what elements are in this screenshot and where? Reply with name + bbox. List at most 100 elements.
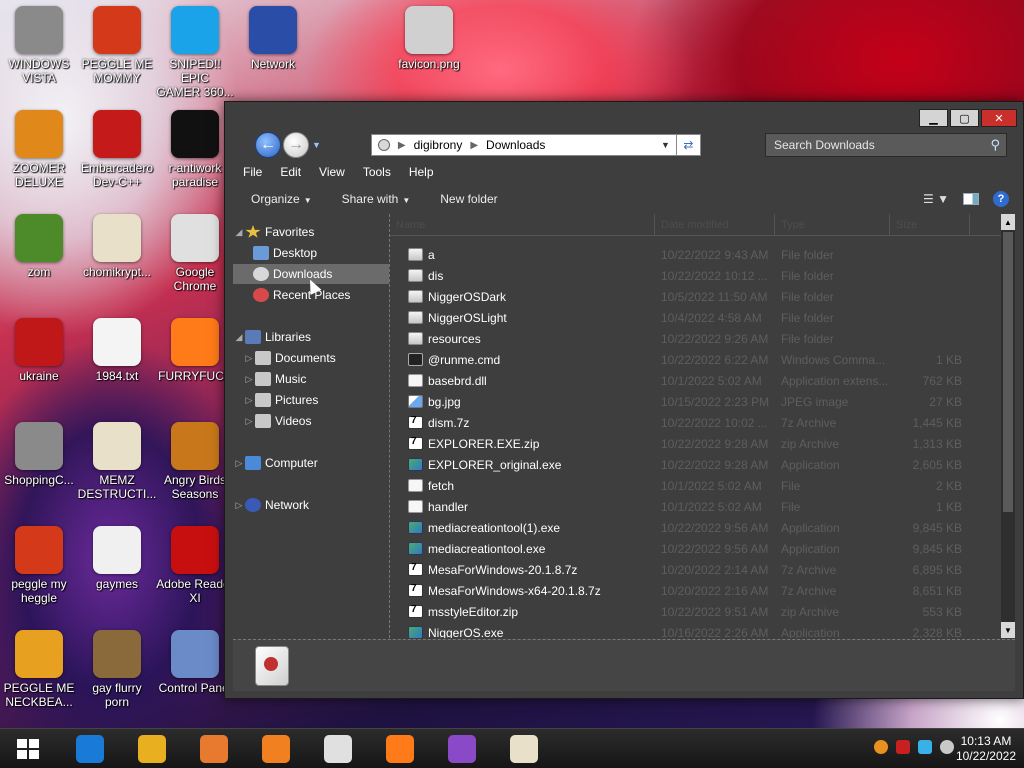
search-input[interactable]: Search Downloads ⚲ <box>765 133 1007 157</box>
column-name[interactable]: Name <box>390 214 655 235</box>
scroll-up-icon[interactable]: ▲ <box>1001 214 1015 230</box>
table-row[interactable]: a 10/22/2022 9:43 AM File folder <box>390 244 1001 265</box>
table-row[interactable]: basebrd.dll 10/1/2022 5:02 AM Application … <box>390 370 1001 391</box>
menu-file[interactable]: File <box>243 165 262 179</box>
breadcrumb-downloads[interactable]: Downloads <box>486 138 545 152</box>
desktop-shortcut[interactable]: PEGGLE ME MOMMY <box>78 6 156 85</box>
desktop-shortcut[interactable]: PEGGLE ME NECKBEA... <box>0 630 78 709</box>
column-size[interactable]: Size <box>890 214 970 235</box>
help-icon[interactable]: ? <box>993 191 1009 207</box>
table-row[interactable]: handler 10/1/2022 5:02 AM File 1 KB <box>390 496 1001 517</box>
menu-help[interactable]: Help <box>409 165 434 179</box>
desktop-shortcut[interactable]: WINDOWS VISTA <box>0 6 78 85</box>
table-row[interactable]: NiggerOSDark 10/5/2022 11:50 AM File folde… <box>390 286 1001 307</box>
address-bar[interactable]: ▶ digibrony ▶ Downloads ▼ <box>370 134 677 156</box>
expand-arrow-icon[interactable]: ◢ <box>233 227 245 238</box>
table-row[interactable]: EXPLORER.EXE.zip 10/22/2022 9:28 AM zip Ar… <box>390 433 1001 454</box>
desktop-shortcut[interactable]: Adobe Reader XI <box>156 526 234 605</box>
desktop-shortcut[interactable]: chomikrypt... <box>78 214 156 279</box>
back-button[interactable]: ← <box>255 132 281 158</box>
collapse-arrow-icon[interactable]: ▷ <box>233 500 245 511</box>
desktop-shortcut[interactable]: favicon.png <box>390 6 468 71</box>
table-row[interactable]: dism.7z 10/22/2022 10:02 ... 7z Archive 1,4… <box>390 412 1001 433</box>
table-row[interactable]: NiggerOSLight 10/4/2022 4:58 AM File folde… <box>390 307 1001 328</box>
vertical-scrollbar[interactable]: ▲ ▼ <box>1001 214 1015 638</box>
desktop-shortcut[interactable]: gaymes <box>78 526 156 591</box>
share-with-button[interactable]: Share with ▼ <box>342 192 411 206</box>
table-row[interactable]: mediacreationtool.exe 10/22/2022 9:56 AM A… <box>390 538 1001 559</box>
nav-libraries[interactable]: ◢ Libraries <box>233 327 389 347</box>
table-row[interactable]: MesaForWindows-20.1.8.7z 10/20/2022 2:14 … <box>390 559 1001 580</box>
volume-tray-icon[interactable] <box>940 740 954 754</box>
nav-pictures[interactable]: ▷ Pictures <box>233 390 389 410</box>
close-button[interactable]: ✕ <box>981 109 1017 127</box>
desktop-shortcut[interactable]: FURRYFUCK <box>156 318 234 383</box>
column-date-modified[interactable]: Date modified <box>655 214 775 235</box>
collapse-arrow-icon[interactable]: ▷ <box>243 416 255 427</box>
menu-view[interactable]: View <box>319 165 345 179</box>
expand-arrow-icon[interactable]: ◢ <box>233 332 245 343</box>
table-row[interactable]: MesaForWindows-x64-20.1.8.7z 10/20/2022 2… <box>390 580 1001 601</box>
desktop-shortcut[interactable]: gay flurry porn <box>78 630 156 709</box>
taskbar-app[interactable] <box>62 732 118 766</box>
desktop-shortcut[interactable]: SNIPED!! EPIC GAMER 360... <box>156 6 234 99</box>
taskbar-app[interactable] <box>124 732 180 766</box>
change-view-icon[interactable]: ☰ ▼ <box>923 192 949 206</box>
table-row[interactable]: dis 10/22/2022 10:12 ... File folder <box>390 265 1001 286</box>
address-dropdown-icon[interactable]: ▼ <box>661 140 670 150</box>
nav-computer[interactable]: ▷ Computer <box>233 453 389 473</box>
desktop-shortcut[interactable]: Network <box>234 6 312 71</box>
taskbar-app[interactable] <box>310 732 366 766</box>
search-tray-icon[interactable] <box>874 740 888 754</box>
desktop-shortcut[interactable]: ShoppingC... <box>0 422 78 487</box>
collapse-arrow-icon[interactable]: ▷ <box>243 353 255 364</box>
table-row[interactable]: NiggerOS.exe 10/16/2022 2:26 AM Applicatio… <box>390 622 1001 638</box>
desktop-shortcut[interactable]: Control Panel <box>156 630 234 695</box>
taskbar-app[interactable] <box>496 732 552 766</box>
scroll-down-icon[interactable]: ▼ <box>1001 622 1015 638</box>
preview-pane-icon[interactable] <box>963 193 979 205</box>
table-row[interactable]: resources 10/22/2022 9:26 AM File folder <box>390 328 1001 349</box>
collapse-arrow-icon[interactable]: ▷ <box>243 395 255 406</box>
table-row[interactable]: msstyleEditor.zip 10/22/2022 9:51 AM zip A… <box>390 601 1001 622</box>
table-row[interactable]: mediacreationtool(1).exe 10/22/2022 9:56 … <box>390 517 1001 538</box>
nav-music[interactable]: ▷ Music <box>233 369 389 389</box>
desktop-shortcut[interactable]: Google Chrome <box>156 214 234 293</box>
recent-pages-dropdown[interactable]: ▼ <box>312 140 321 150</box>
maximize-button[interactable]: ▢ <box>950 109 979 127</box>
nav-network[interactable]: ▷ Network <box>233 495 389 515</box>
nav-desktop[interactable]: Desktop <box>233 243 389 263</box>
desktop-shortcut[interactable]: r-antiwork paradise <box>156 110 234 189</box>
desktop-shortcut[interactable]: MEMZ DESTRUCTI... <box>78 422 156 501</box>
taskbar-app[interactable] <box>248 732 304 766</box>
minimize-button[interactable]: ▁ <box>919 109 948 127</box>
taskbar-app[interactable] <box>186 732 242 766</box>
desktop-shortcut[interactable]: peggle my heggle <box>0 526 78 605</box>
nav-favorites[interactable]: ◢ Favorites <box>233 222 389 242</box>
start-button[interactable] <box>0 732 56 766</box>
new-folder-button[interactable]: New folder <box>440 192 497 206</box>
breadcrumb-digibrony[interactable]: digibrony <box>414 138 463 152</box>
nav-videos[interactable]: ▷ Videos <box>233 411 389 431</box>
desktop-shortcut[interactable]: Embarcadero Dev-C++ <box>78 110 156 189</box>
desktop-shortcut[interactable]: zom <box>0 214 78 279</box>
flag-tray-icon[interactable] <box>896 740 910 754</box>
desktop-shortcut[interactable]: ukraine <box>0 318 78 383</box>
clock[interactable]: 10:13 AM 10/22/2022 <box>956 734 1016 764</box>
forward-button[interactable]: → <box>283 132 309 158</box>
taskbar-app[interactable] <box>372 732 428 766</box>
collapse-arrow-icon[interactable]: ▷ <box>233 458 245 469</box>
monitor-tray-icon[interactable] <box>918 740 932 754</box>
table-row[interactable]: EXPLORER_original.exe 10/22/2022 9:28 AM A… <box>390 454 1001 475</box>
taskbar-app[interactable] <box>434 732 490 766</box>
search-icon[interactable]: ⚲ <box>990 137 1000 153</box>
menu-edit[interactable]: Edit <box>280 165 301 179</box>
desktop-shortcut[interactable]: 1984.txt <box>78 318 156 383</box>
scroll-thumb[interactable] <box>1003 232 1013 512</box>
table-row[interactable]: @runme.cmd 10/22/2022 6:22 AM Windows Comm… <box>390 349 1001 370</box>
nav-documents[interactable]: ▷ Documents <box>233 348 389 368</box>
desktop-shortcut[interactable]: ZOOMER DELUXE <box>0 110 78 189</box>
menu-tools[interactable]: Tools <box>363 165 391 179</box>
table-row[interactable]: fetch 10/1/2022 5:02 AM File 2 KB <box>390 475 1001 496</box>
collapse-arrow-icon[interactable]: ▷ <box>243 374 255 385</box>
